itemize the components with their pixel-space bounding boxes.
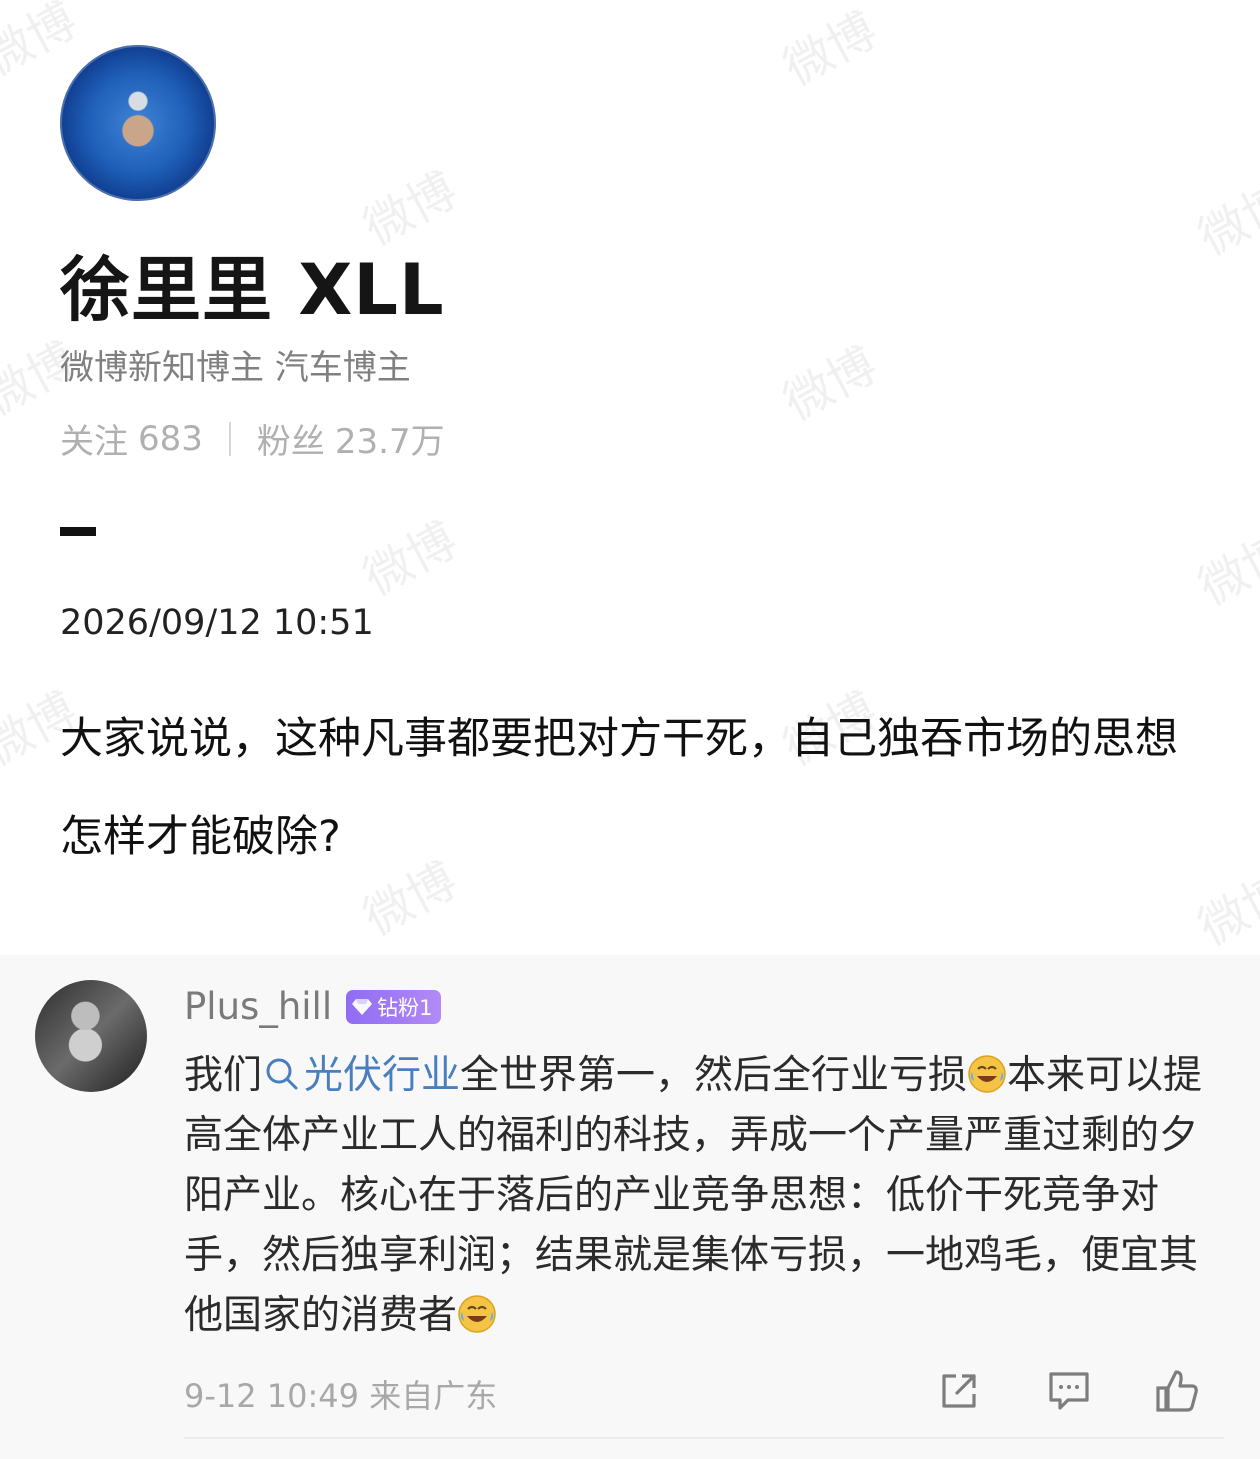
post-text: 大家说说，这种凡事都要把对方干死，自己独吞市场的思想怎样才能破除?	[60, 714, 1178, 862]
watermark: 微博	[1189, 172, 1260, 267]
share-icon[interactable]	[936, 1368, 982, 1414]
following-label[interactable]: 关注	[60, 414, 128, 463]
commenter-username[interactable]: Plus_hill	[184, 985, 332, 1028]
followers-label[interactable]: 粉丝	[257, 414, 325, 463]
following-count[interactable]: 683	[138, 419, 203, 459]
commenter-header: Plus_hill 钻粉1	[184, 985, 442, 1028]
fan-badge[interactable]: 钻粉1	[346, 989, 442, 1024]
author-avatar[interactable]	[60, 45, 216, 201]
comment-text-part1: 我们	[184, 1053, 263, 1098]
topic-link[interactable]: 光伏行业	[262, 1053, 460, 1098]
gem-icon	[352, 998, 373, 1015]
followers-count[interactable]: 23.7万	[335, 414, 445, 463]
search-icon	[266, 1058, 298, 1090]
weibo-post-page: 微博 微博 微博 微博 微博 微博 微博 微博 微博 微博 微博 微博 徐里里 …	[0, 0, 1260, 1459]
comment-text: 我们 光伏行业全世界第一，然后全行业亏损 本来可以提高全体产业工人的福利的科技，弄成…	[184, 1046, 1224, 1346]
topic-link-label: 光伏行业	[304, 1053, 461, 1098]
watermark: 微博	[1189, 522, 1260, 617]
comment-icon[interactable]	[1046, 1368, 1092, 1414]
commenter-avatar[interactable]	[35, 980, 147, 1092]
stats-divider	[228, 421, 231, 456]
author-tags: 微博新知博主 汽车博主	[60, 348, 411, 388]
comment-divider	[184, 1437, 1224, 1439]
post-datetime: 2026/09/12 10:51	[60, 603, 374, 643]
comment-text-part2: 全世界第一，然后全行业亏损	[460, 1053, 968, 1098]
author-name[interactable]: 徐里里 XLL	[60, 234, 445, 335]
laugh-cry-emoji	[968, 1055, 1006, 1093]
laugh-cry-emoji	[458, 1295, 496, 1333]
author-stats: 关注 683 粉丝 23.7万	[60, 414, 445, 463]
watermark: 微博	[0, 0, 86, 87]
comment-meta: 9-12 10:49 来自广东	[184, 1377, 498, 1415]
like-icon[interactable]	[1154, 1368, 1200, 1414]
watermark: 微博	[354, 512, 466, 607]
fan-badge-label: 钻粉1	[377, 995, 433, 1020]
watermark: 微博	[774, 337, 886, 432]
watermark: 微博	[774, 2, 886, 97]
section-divider	[60, 527, 96, 536]
